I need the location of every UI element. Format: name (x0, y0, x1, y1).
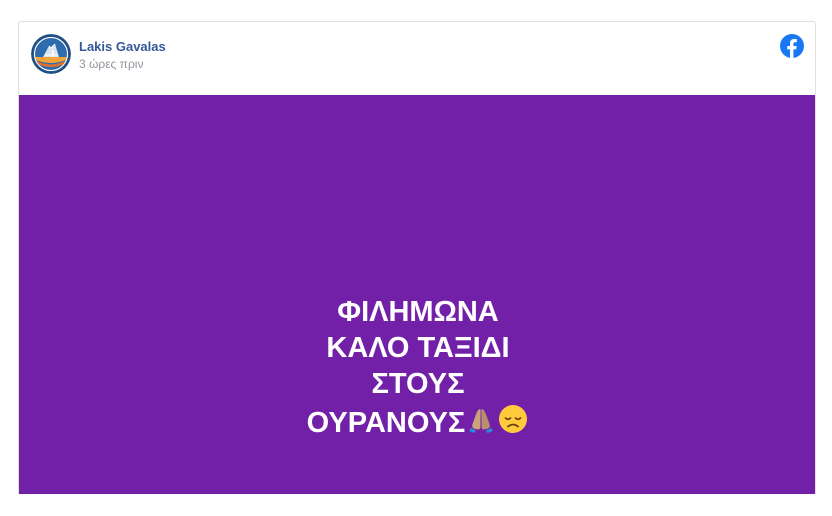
author-block: Lakis Gavalas 3 ώρες πριν (79, 39, 166, 72)
status-text-line-3: ΣΤΟΥΣ (371, 368, 465, 400)
disappointed-face-emoji (497, 402, 529, 443)
post-timestamp[interactable]: 3 ώρες πριν (79, 56, 166, 72)
facebook-post-card: Lakis Gavalas 3 ώρες πριν ΦΙΛΗΜΩΝΑ ΚΑΛΟ … (18, 21, 816, 494)
status-background-panel: ΦΙΛΗΜΩΝΑ ΚΑΛΟ ΤΑΞΙΔΙ ΣΤΟΥΣ ΟΥΡΑΝΟΥΣ (19, 95, 815, 494)
post-header: Lakis Gavalas 3 ώρες πριν (19, 22, 815, 95)
status-text-line-4: ΟΥΡΑΝΟΥΣ (306, 406, 466, 439)
author-name[interactable]: Lakis Gavalas (79, 39, 166, 55)
facebook-icon[interactable] (780, 34, 804, 58)
status-text-line-1: ΦΙΛΗΜΩΝΑ (337, 296, 499, 328)
status-text-line-2: ΚΑΛΟ ΤΑΞΙΔΙ (326, 332, 510, 364)
profile-avatar-icon[interactable] (31, 34, 71, 74)
folded-hands-emoji (465, 402, 497, 443)
status-text-line-4-wrap: ΟΥΡΑΝΟΥΣ (307, 402, 530, 443)
